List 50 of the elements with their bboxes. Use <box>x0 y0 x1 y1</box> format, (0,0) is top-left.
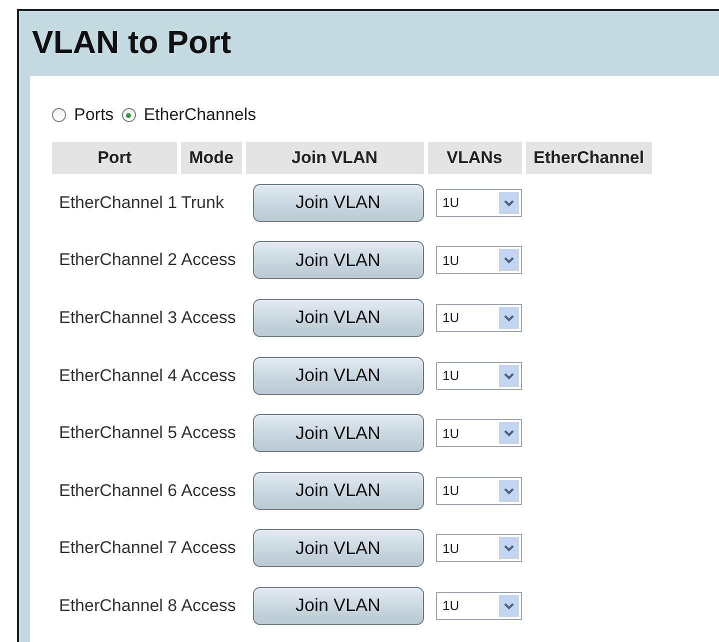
column-header: Join VLAN <box>246 142 424 174</box>
port-name: EtherChannel 5 <box>59 423 178 442</box>
mode-text: Access <box>181 423 236 442</box>
dropdown-caret-icon <box>498 364 519 387</box>
join-vlan-button[interactable]: Join VLAN <box>252 356 424 395</box>
mode-text: Access <box>181 308 236 327</box>
port-name: EtherChannel 2 <box>59 250 178 270</box>
vlan-dropdown[interactable]: 1U <box>436 592 522 620</box>
column-header: VLANs <box>428 142 522 174</box>
vlan-dropdown[interactable]: 1U <box>436 419 522 448</box>
join-vlan-button[interactable]: Join VLAN <box>252 414 424 452</box>
vlan-dropdown[interactable]: 1U <box>436 476 522 505</box>
join-vlan-button[interactable]: Join VLAN <box>252 298 424 337</box>
mode-text: Access <box>181 480 236 500</box>
column-header: Port <box>52 142 178 174</box>
radio-button[interactable] <box>122 108 136 122</box>
column-header: EtherChannel <box>526 142 652 174</box>
mode-text: Access <box>181 538 236 558</box>
join-vlan-button[interactable]: Join VLAN <box>252 529 424 568</box>
mode-text: Access <box>181 366 236 385</box>
join-vlan-button[interactable]: Join VLAN <box>252 184 424 222</box>
mode-text: Access <box>181 250 236 270</box>
port-name: EtherChannel 7 <box>59 538 178 558</box>
dropdown-caret-icon <box>498 306 519 329</box>
radio-label: Ports <box>74 105 114 125</box>
mode-text: Trunk <box>181 192 224 212</box>
dropdown-caret-icon <box>498 594 519 617</box>
dropdown-caret-icon <box>498 480 519 502</box>
dropdown-caret-icon <box>498 249 519 272</box>
dropdown-caret-icon <box>498 422 519 444</box>
vlan-dropdown[interactable]: 1U <box>436 188 522 217</box>
port-name: EtherChannel 6 <box>59 480 178 500</box>
port-name: EtherChannel 4 <box>59 366 178 385</box>
vlan-dropdown[interactable]: 1U <box>436 362 522 390</box>
join-vlan-button[interactable]: Join VLAN <box>252 586 424 625</box>
radio-label: EtherChannels <box>144 105 256 125</box>
dropdown-caret-icon <box>498 537 519 560</box>
dropdown-caret-icon <box>498 192 519 214</box>
join-vlan-button[interactable]: Join VLAN <box>252 241 424 280</box>
vlan-dropdown[interactable]: 1U <box>436 246 522 274</box>
vlan-dropdown[interactable]: 1U <box>436 534 522 562</box>
mode-text: Access <box>181 596 236 615</box>
port-name: EtherChannel 3 <box>59 308 178 327</box>
join-vlan-button[interactable]: Join VLAN <box>252 472 424 510</box>
vlan-dropdown[interactable]: 1U <box>436 304 522 332</box>
port-name: EtherChannel 8 <box>59 596 178 615</box>
column-header: Mode <box>181 142 242 174</box>
radio-button[interactable] <box>52 108 66 122</box>
port-name: EtherChannel 1 <box>59 192 178 212</box>
page-title: VLAN to Port <box>31 23 232 62</box>
